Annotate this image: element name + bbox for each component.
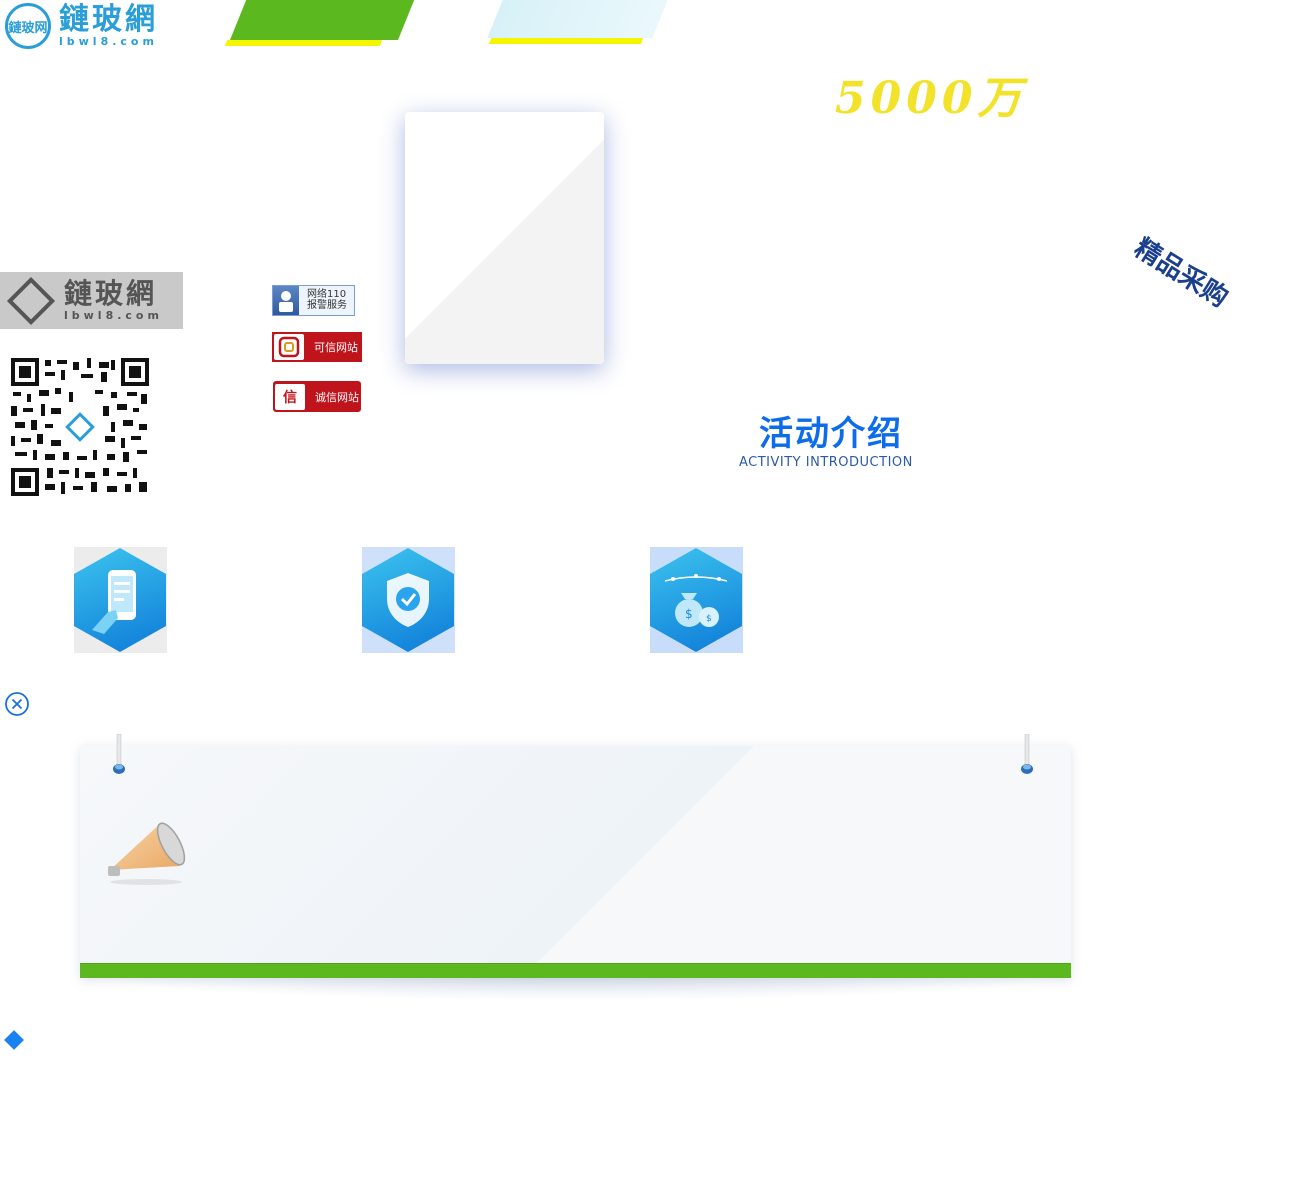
logo-diamond-icon: [6, 276, 56, 325]
logo-domain: lbwl8.com: [59, 35, 158, 48]
activity-subtitle: ACTIVITY INTRODUCTION: [739, 455, 913, 470]
nav-tab-green[interactable]: [230, 0, 415, 40]
police-icon: [273, 286, 299, 315]
logo-text: 鏈玻網: [59, 2, 158, 37]
hero-card: [405, 112, 604, 364]
hero-headline: 5000万: [835, 73, 1027, 124]
logo-badge: 鏈玻网: [5, 3, 51, 49]
honest-site-label: 诚信网站: [315, 390, 359, 404]
feature-money: $ $: [650, 547, 743, 653]
qr-code: [11, 358, 149, 496]
credit-seal-icon: [274, 334, 304, 360]
close-icon[interactable]: [4, 691, 30, 717]
footer-logo[interactable]: 鏈玻網 lbwl8.com: [0, 272, 183, 329]
svg-text:$: $: [685, 607, 693, 621]
police-110-label: 网络110 报警服务: [307, 289, 347, 311]
nav-tab-light[interactable]: [487, 0, 668, 38]
hero-tag: 精品采购: [1128, 233, 1234, 314]
pin-icon: [113, 734, 125, 774]
svg-text:$: $: [706, 614, 712, 624]
diamond-icon: [4, 1030, 24, 1050]
credit-site-badge[interactable]: 可信网站: [272, 332, 362, 362]
site-logo[interactable]: 鏈玻网 鏈玻網 lbwl8.com: [0, 0, 176, 52]
notice-board-bar: [80, 963, 1071, 978]
board-shadow: [92, 975, 1062, 1001]
notice-board: [80, 746, 1071, 978]
money-bags-icon: $ $: [650, 548, 742, 652]
megaphone-icon: [108, 822, 186, 885]
shield-check-icon: [362, 548, 454, 652]
feature-security: [362, 547, 455, 653]
nav-tab-underline: [488, 38, 644, 44]
police-110-badge[interactable]: 网络110 报警服务: [272, 285, 355, 316]
footer-logo-domain: lbwl8.com: [64, 309, 163, 322]
credit-site-label: 可信网站: [314, 341, 358, 354]
footer-logo-text: 鏈玻網: [64, 277, 158, 310]
honest-site-badge[interactable]: 信 诚信网站: [273, 381, 361, 412]
honest-seal-icon: 信: [275, 383, 305, 410]
pin-icon: [1021, 734, 1033, 774]
nav-tab-underline: [224, 40, 383, 46]
phone-hand-icon: [74, 548, 166, 652]
feature-phone: [74, 547, 167, 653]
activity-title: 活动介绍: [759, 414, 903, 454]
